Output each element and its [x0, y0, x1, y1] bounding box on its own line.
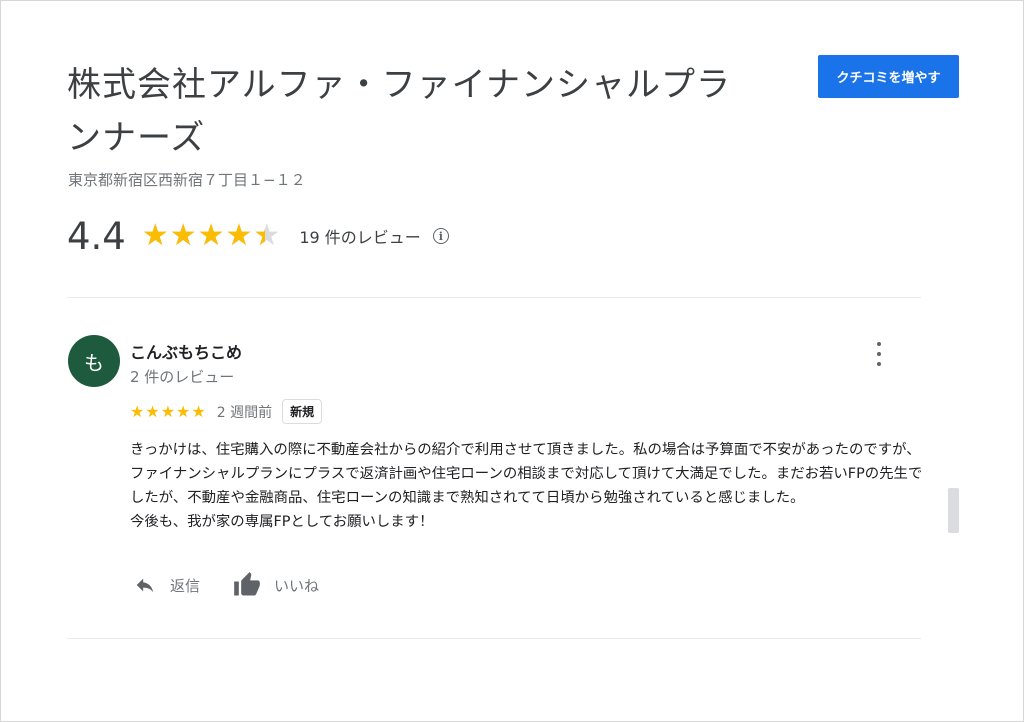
scrollbar-thumb[interactable]	[948, 488, 959, 533]
review-stars: ★★★★★	[130, 402, 207, 421]
review-time: 2 週間前	[216, 404, 273, 421]
business-address: 東京都新宿区西新宿７丁目１−１２	[68, 171, 306, 189]
avatar[interactable]: も	[68, 335, 120, 387]
reply-label: 返信	[170, 576, 201, 595]
review-text: きっかけは、住宅購入の際に不動産会社からの紹介で利用させて頂きました。私の場合は…	[130, 442, 923, 530]
review-meta: ★★★★★ 2 週間前 新規	[130, 399, 323, 424]
thumb-up-icon	[234, 572, 260, 596]
info-icon[interactable]: i	[432, 228, 449, 244]
rating-stars-filled: ★★★★★	[141, 221, 265, 251]
add-review-button[interactable]: クチコミを増やす	[818, 55, 959, 98]
review-actions: 返信 いいね	[132, 571, 319, 599]
like-label: いいね	[274, 576, 320, 595]
reply-button[interactable]: 返信	[132, 574, 200, 596]
business-name: 株式会社アルファ・ファイナンシャルプランナーズ	[67, 65, 731, 158]
rating-stars: ★★★★★ ★★★★★	[142, 221, 281, 251]
review-count-link[interactable]: 19 件のレビュー	[299, 224, 420, 248]
divider	[67, 638, 921, 639]
new-badge: 新規	[282, 399, 323, 424]
reviewer-name[interactable]: こんぶもちこめ	[130, 339, 242, 363]
like-button[interactable]: いいね	[232, 571, 319, 599]
divider	[67, 297, 921, 298]
review-panel: 株式会社アルファ・ファイナンシャルプランナーズ クチコミを増やす 東京都新宿区西…	[0, 0, 1024, 722]
rating-summary: 4.4 ★★★★★ ★★★★★ 19 件のレビュー i	[67, 213, 449, 259]
more-vert-icon[interactable]	[869, 341, 889, 367]
rating-score: 4.4	[67, 214, 126, 258]
reviewer-review-count: 2 件のレビュー	[130, 368, 235, 386]
reply-icon	[136, 578, 154, 593]
